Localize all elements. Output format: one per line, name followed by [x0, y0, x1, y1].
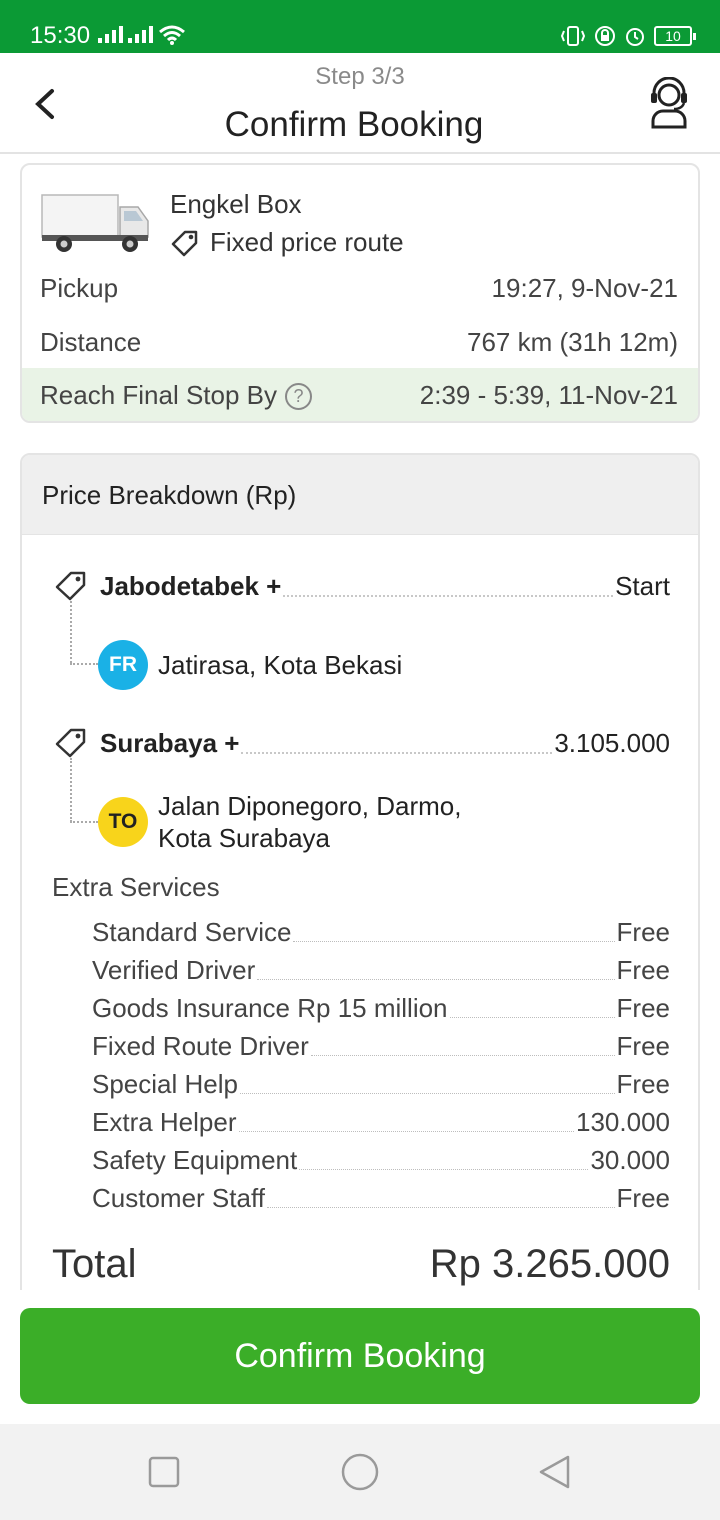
leader-dots — [293, 941, 615, 942]
route-connector — [70, 758, 72, 822]
service-row: Extra Helper 130.000 — [92, 1107, 670, 1138]
route-connector — [70, 663, 98, 665]
vibrate-icon — [560, 26, 586, 46]
total-label: Total — [52, 1242, 137, 1286]
signal-icon — [98, 26, 123, 43]
reach-final-stop-row: Reach Final Stop By? 2:39 - 5:39, 11-Nov… — [22, 368, 698, 421]
top-app-bar: Step 3/3 Confirm Booking — [0, 53, 720, 154]
service-value: 130.000 — [576, 1107, 670, 1137]
help-icon[interactable]: ? — [285, 382, 313, 410]
leader-dots — [283, 595, 614, 597]
trip-summary-card: Engkel Box Fixed price route Pickup 19:2… — [20, 163, 700, 423]
signal-icon — [128, 26, 153, 43]
service-name: Goods Insurance Rp 15 million — [92, 993, 448, 1023]
route-type-label: Fixed price route — [210, 227, 404, 257]
service-value: Free — [616, 917, 670, 947]
back-nav-icon[interactable] — [536, 1454, 572, 1490]
stop-row-from: Jabodetabek + Start — [100, 571, 670, 602]
wifi-icon — [159, 25, 185, 45]
stop-row-to: Surabaya + 3.105.000 — [100, 728, 670, 759]
leader-dots — [310, 1055, 615, 1056]
service-name: Safety Equipment — [92, 1145, 298, 1175]
lock-rotation-icon — [595, 26, 615, 46]
step-indicator: Step 3/3 — [315, 63, 405, 90]
service-value: Free — [616, 955, 670, 985]
from-address: Jatirasa, Kota Bekasi — [158, 650, 403, 680]
leader-dots — [239, 1093, 615, 1094]
pickup-row: Pickup 19:27, 9-Nov-21 — [40, 273, 678, 304]
service-row: Customer Staff Free — [92, 1183, 670, 1214]
service-value: Free — [616, 1031, 670, 1061]
service-value: 30.000 — [590, 1145, 670, 1175]
zone-amount: 3.105.000 — [554, 728, 670, 758]
status-time: 15:30 — [30, 22, 91, 49]
leader-dots — [257, 979, 615, 980]
customer-support-icon[interactable] — [648, 77, 690, 129]
home-icon[interactable] — [340, 1452, 380, 1492]
alarm-icon — [626, 28, 644, 46]
service-row: Verified Driver Free — [92, 955, 670, 986]
price-breakdown-card: Price Breakdown (Rp) Jabodetabek + Start… — [20, 453, 700, 1313]
page-title: Confirm Booking — [224, 105, 484, 144]
status-bar: 15:30 10 — [0, 0, 720, 53]
zone-name: Surabaya + — [100, 728, 240, 758]
truck-icon — [41, 194, 149, 252]
service-row: Goods Insurance Rp 15 million Free — [92, 993, 670, 1024]
service-row: Fixed Route Driver Free — [92, 1031, 670, 1062]
to-address-line: Kota Surabaya — [158, 823, 331, 853]
zone-name: Jabodetabek + — [100, 571, 282, 601]
service-row: Standard Service Free — [92, 917, 670, 948]
confirm-booking-button[interactable]: Confirm Booking — [20, 1308, 700, 1404]
zone-amount: Start — [615, 571, 670, 601]
from-badge: FR — [98, 640, 148, 690]
service-value: Free — [616, 993, 670, 1023]
extra-services-title: Extra Services — [52, 872, 220, 902]
reach-value: 2:39 - 5:39, 11-Nov-21 — [419, 379, 678, 410]
leader-dots — [266, 1207, 615, 1208]
battery-icon: 10 — [654, 26, 696, 46]
pickup-label: Pickup — [40, 273, 119, 303]
to-address-line: Jalan Diponegoro, Darmo, — [158, 791, 462, 821]
service-value: Free — [616, 1069, 670, 1099]
bottom-action-bar: Confirm Booking — [0, 1290, 720, 1424]
service-row: Safety Equipment 30.000 — [92, 1145, 670, 1176]
service-name: Verified Driver — [92, 955, 256, 985]
price-tag-icon — [171, 230, 198, 256]
to-badge: TO — [98, 797, 148, 847]
leader-dots — [241, 752, 553, 754]
price-breakdown-header: Price Breakdown (Rp) — [22, 455, 698, 535]
pickup-value: 19:27, 9-Nov-21 — [491, 273, 678, 303]
total-value: Rp 3.265.000 — [429, 1242, 670, 1286]
vehicle-name: Engkel Box — [170, 189, 302, 219]
price-tag-icon — [55, 728, 86, 758]
service-name: Standard Service — [92, 917, 292, 947]
service-name: Special Help — [92, 1069, 238, 1099]
route-connector — [70, 821, 98, 823]
leader-dots — [299, 1169, 589, 1170]
service-name: Fixed Route Driver — [92, 1031, 309, 1061]
price-tag-icon — [55, 571, 86, 601]
distance-label: Distance — [40, 327, 142, 357]
fixed-price-route: Fixed price route — [170, 227, 404, 258]
leader-dots — [238, 1131, 575, 1132]
distance-row: Distance 767 km (31h 12m) — [40, 327, 678, 358]
service-name: Extra Helper — [92, 1107, 237, 1137]
to-address: Jalan Diponegoro, Darmo, Kota Surabaya — [158, 790, 462, 854]
system-nav-bar — [0, 1424, 720, 1520]
distance-value: 767 km (31h 12m) — [467, 327, 678, 357]
total-row: Total Rp 3.265.000 — [52, 1242, 670, 1287]
route-connector — [70, 601, 72, 663]
service-name: Customer Staff — [92, 1183, 265, 1213]
service-row: Special Help Free — [92, 1069, 670, 1100]
reach-label: Reach Final Stop By — [40, 379, 278, 410]
service-value: Free — [616, 1183, 670, 1213]
recents-icon[interactable] — [146, 1454, 182, 1490]
leader-dots — [449, 1017, 615, 1018]
